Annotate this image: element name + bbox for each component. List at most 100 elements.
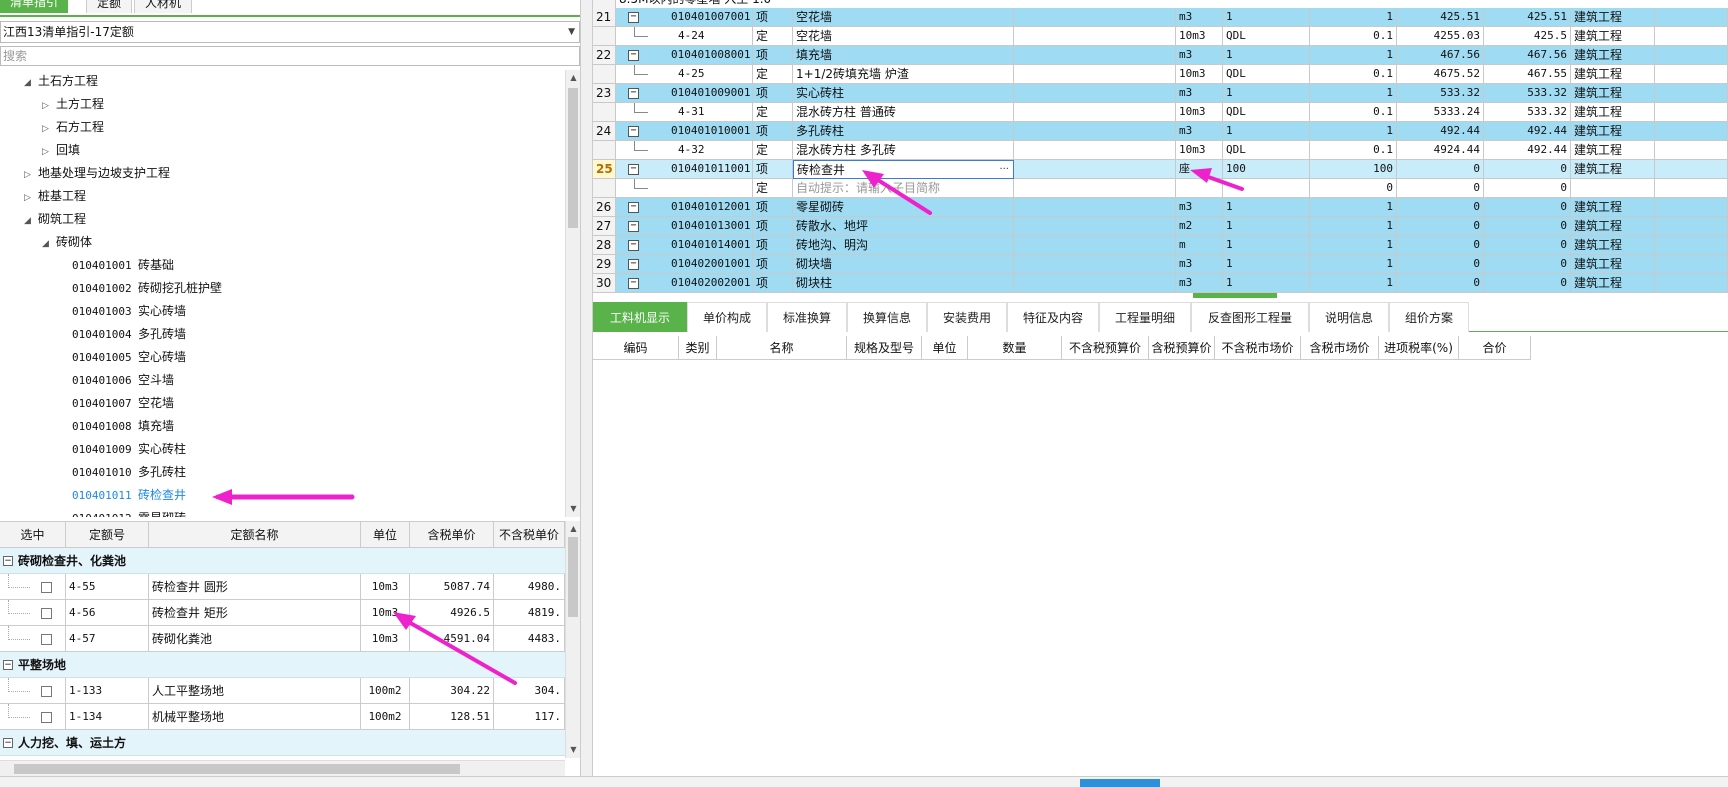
chevron-down-icon[interactable]: ▼ bbox=[568, 22, 575, 42]
tree-node[interactable]: 010401008 填充墙 bbox=[72, 415, 174, 438]
bill-name[interactable]: 零星砌砖 bbox=[793, 198, 1014, 217]
tab-10[interactable]: 组价方案 bbox=[1389, 302, 1469, 332]
bill-expr[interactable]: 1 bbox=[1223, 122, 1310, 141]
bill-unit[interactable]: 座 bbox=[1176, 160, 1223, 179]
bill-name[interactable]: 砖地沟、明沟 bbox=[793, 236, 1014, 255]
select-checkbox[interactable] bbox=[41, 686, 52, 697]
col-price-notax[interactable]: 不含税单价 bbox=[494, 522, 565, 548]
collapse-box-icon[interactable]: − bbox=[3, 660, 13, 670]
collapse-icon[interactable]: − bbox=[628, 278, 639, 289]
bill-unit[interactable]: 10m3 bbox=[1176, 141, 1223, 160]
status-action-button[interactable] bbox=[1080, 779, 1160, 787]
collapse-icon[interactable]: − bbox=[628, 164, 639, 175]
tree-node[interactable]: ▷ 石方工程 bbox=[42, 116, 104, 139]
list-col-3[interactable]: 名称 bbox=[717, 336, 847, 360]
bill-expr[interactable]: 100 bbox=[1223, 160, 1310, 179]
scroll-up-icon[interactable]: ▲ bbox=[567, 71, 580, 84]
tree-node[interactable]: 010401006 空斗墙 bbox=[72, 369, 174, 392]
bill-unit[interactable]: 10m3 bbox=[1176, 27, 1223, 46]
bill-row[interactable]: 22 010401008001 − 项 填充墙 m3 1 1 467.56 467.56 建筑工程 bbox=[593, 46, 1728, 65]
collapse-icon[interactable]: − bbox=[628, 202, 639, 213]
tree-node[interactable]: ◢ 砌筑工程 bbox=[24, 208, 86, 231]
collapse-icon[interactable]: ◢ bbox=[24, 72, 38, 95]
collapse-box-icon[interactable]: − bbox=[3, 556, 13, 566]
col-quota-name[interactable]: 定额名称 bbox=[149, 522, 361, 548]
bill-unit[interactable]: 10m3 bbox=[1176, 65, 1223, 84]
list-col-2[interactable]: 类别 bbox=[679, 336, 717, 360]
bill-expr[interactable]: QDL bbox=[1223, 65, 1310, 84]
bill-expr[interactable]: 1 bbox=[1223, 84, 1310, 103]
bill-row[interactable]: 定 自动提示：请输入子目简称 0 0 0 bbox=[593, 179, 1728, 198]
tab-6[interactable]: 特征及内容 bbox=[1007, 302, 1099, 332]
bill-expr[interactable]: 1 bbox=[1223, 274, 1310, 293]
collapse-box-icon[interactable]: − bbox=[3, 738, 13, 748]
list-col-12[interactable]: 合价 bbox=[1459, 336, 1531, 360]
list-col-11[interactable]: 进项税率(%) bbox=[1379, 336, 1459, 360]
col-select[interactable]: 选中 bbox=[0, 522, 66, 548]
tree-node[interactable]: ▷ 土方工程 bbox=[42, 93, 104, 116]
search-input[interactable]: 搜索 bbox=[0, 46, 580, 66]
bill-row[interactable]: 4-24 定 空花墙 10m3 QDL 0.1 4255.03 425.5 建筑工程 bbox=[593, 27, 1728, 46]
select-checkbox[interactable] bbox=[41, 712, 52, 723]
bill-expr[interactable]: 1 bbox=[1223, 198, 1310, 217]
list-col-10[interactable]: 含税市场价 bbox=[1301, 336, 1379, 360]
tab-bill-guide[interactable]: 清单指引 bbox=[0, 0, 69, 13]
panel-splitter[interactable] bbox=[580, 0, 593, 787]
scroll-down-icon[interactable]: ▼ bbox=[567, 743, 580, 756]
bill-expr[interactable]: QDL bbox=[1223, 27, 1310, 46]
collapse-icon[interactable]: − bbox=[628, 88, 639, 99]
quota-group-header[interactable]: − 平整场地 bbox=[0, 652, 565, 678]
tab-quota[interactable]: 定额 bbox=[86, 0, 133, 13]
tree-node[interactable]: 010401012零星砌砖 bbox=[72, 507, 186, 517]
bill-unit[interactable]: m3 bbox=[1176, 122, 1223, 141]
list-col-9[interactable]: 不含税市场价 bbox=[1215, 336, 1301, 360]
scroll-down-icon[interactable]: ▼ bbox=[567, 502, 580, 515]
bill-name[interactable]: 自动提示：请输入子目简称 bbox=[793, 179, 1014, 198]
quota-scroll-thumb[interactable] bbox=[568, 537, 578, 617]
bill-row[interactable]: 4-25 定 1+1/2砖填充墙 炉渣 10m3 QDL 0.1 4675.52 467.55… bbox=[593, 65, 1728, 84]
tree-node[interactable]: ◢ 砖砌体 bbox=[42, 231, 92, 254]
tree-node[interactable]: ◢ 土石方工程 bbox=[24, 70, 98, 93]
tree-node[interactable]: 010401002 砖砌挖孔桩护壁 bbox=[72, 277, 222, 300]
bill-name[interactable]: 砖检查井 ··· bbox=[793, 160, 1014, 179]
tree-scrollbar[interactable]: ▲ ▼ bbox=[565, 70, 580, 517]
quota-row[interactable]: 4-55 砖检查井 圆形 10m3 5087.74 4980. bbox=[0, 574, 565, 600]
quota-hscrollbar[interactable] bbox=[0, 760, 565, 776]
bill-unit[interactable]: 10m3 bbox=[1176, 103, 1223, 122]
list-col-7[interactable]: 不含税预算价 bbox=[1062, 336, 1149, 360]
hscroll-thumb[interactable] bbox=[14, 764, 460, 774]
bill-row[interactable]: 27 010401013001 − 项 砖散水、地坪 m2 1 1 0 0 建筑工程 bbox=[593, 217, 1728, 236]
scroll-up-icon[interactable]: ▲ bbox=[567, 522, 580, 535]
bill-expr[interactable]: 1 bbox=[1223, 255, 1310, 274]
library-select[interactable]: 江西13清单指引-17定额 ▼ bbox=[0, 21, 580, 43]
bill-unit[interactable]: m bbox=[1176, 236, 1223, 255]
bill-row[interactable]: 21 010401007001 − 项 空花墙 m3 1 1 425.51 425.51 建筑工程 bbox=[593, 8, 1728, 27]
quota-row[interactable]: 1-134 机械平整场地 100m2 128.51 117. bbox=[0, 704, 565, 730]
tree-node[interactable]: 010401010 多孔砖柱 bbox=[72, 461, 186, 484]
bill-name[interactable]: 空花墙 bbox=[793, 8, 1014, 27]
bill-unit[interactable]: m3 bbox=[1176, 255, 1223, 274]
bill-expr[interactable]: 1 bbox=[1223, 8, 1310, 27]
bill-expr[interactable]: 1 bbox=[1223, 236, 1310, 255]
col-price-tax[interactable]: 含税单价 bbox=[410, 522, 494, 548]
bill-name[interactable]: 多孔砖柱 bbox=[793, 122, 1014, 141]
bill-expr[interactable]: 1 bbox=[1223, 217, 1310, 236]
bill-row[interactable]: 4-31 定 混水砖方柱 普通砖 10m3 QDL 0.1 5333.24 533.32 建筑工… bbox=[593, 103, 1728, 122]
tab-4[interactable]: 换算信息 bbox=[847, 302, 927, 332]
quota-row[interactable]: 1-133 人工平整场地 100m2 304.22 304. bbox=[0, 678, 565, 704]
collapse-icon[interactable]: − bbox=[628, 126, 639, 137]
quota-group-header[interactable]: − 砖砌检查井、化粪池 bbox=[0, 548, 565, 574]
bill-unit[interactable]: m3 bbox=[1176, 46, 1223, 65]
expand-icon[interactable]: ▷ bbox=[42, 118, 56, 141]
tree-node[interactable]: 010401011 砖检查井 bbox=[72, 484, 186, 507]
tree-node[interactable]: 010401001 砖基础 bbox=[72, 254, 174, 277]
quota-row[interactable]: 4-56 砖检查井 矩形 10m3 4926.5 4819. bbox=[0, 600, 565, 626]
select-checkbox[interactable] bbox=[41, 634, 52, 645]
quota-row[interactable]: 4-57 砖砌化粪池 10m3 4591.04 4483. bbox=[0, 626, 565, 652]
collapse-icon[interactable]: − bbox=[628, 240, 639, 251]
list-col-6[interactable]: 数量 bbox=[968, 336, 1062, 360]
tree-node[interactable]: ▷ 地基处理与边坡支护工程 bbox=[24, 162, 170, 185]
collapse-icon[interactable]: − bbox=[628, 259, 639, 270]
list-col-5[interactable]: 单位 bbox=[922, 336, 968, 360]
tree-node[interactable]: ▷ 回填 bbox=[42, 139, 80, 162]
